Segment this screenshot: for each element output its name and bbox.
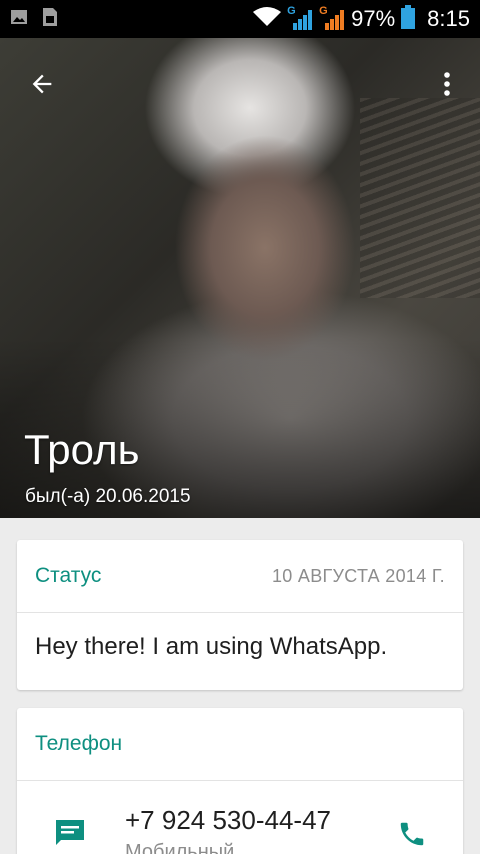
status-text: Hey there! I am using WhatsApp.	[35, 633, 388, 660]
phone-card-header: Телефон	[17, 708, 463, 781]
image-notification-icon	[10, 9, 28, 30]
clock: 8:15	[427, 6, 470, 31]
phone-row[interactable]: +7 924 530-44-47 Мобильный	[17, 781, 463, 854]
back-button[interactable]	[24, 66, 60, 102]
phone-card: Телефон +7 924 530-44-47 Мобильный	[17, 708, 463, 854]
status-bar: G G 97% 8:15	[0, 0, 480, 38]
wifi-icon	[253, 6, 282, 32]
arrow-back-icon	[32, 74, 52, 94]
phone-title: Телефон	[35, 732, 123, 755]
battery-icon	[401, 4, 416, 34]
more-vert-icon	[444, 72, 450, 96]
sim-notification-icon	[42, 7, 58, 32]
phone-type: Мобильный	[125, 841, 235, 854]
status-card: Статус 10 АВГУСТА 2014 Г. Hey there! I a…	[17, 540, 463, 690]
signal-1-icon: G	[287, 5, 313, 31]
signal-2-icon: G	[319, 5, 345, 31]
photo-background-pattern	[360, 98, 480, 298]
last-seen-text: был(-а) 20.06.2015	[25, 486, 191, 507]
call-icon[interactable]	[397, 819, 427, 849]
phone-number: +7 924 530-44-47	[125, 805, 332, 835]
status-date: 10 АВГУСТА 2014 Г.	[271, 565, 445, 586]
more-options-button[interactable]	[430, 66, 464, 102]
message-icon[interactable]	[53, 817, 87, 847]
status-title: Статус	[35, 564, 102, 587]
status-card-header: Статус 10 АВГУСТА 2014 Г.	[17, 540, 463, 613]
contact-name: Троль	[24, 426, 140, 473]
battery-percent: 97%	[351, 6, 396, 31]
contact-photo-header[interactable]: Троль был(-а) 20.06.2015	[0, 38, 480, 518]
